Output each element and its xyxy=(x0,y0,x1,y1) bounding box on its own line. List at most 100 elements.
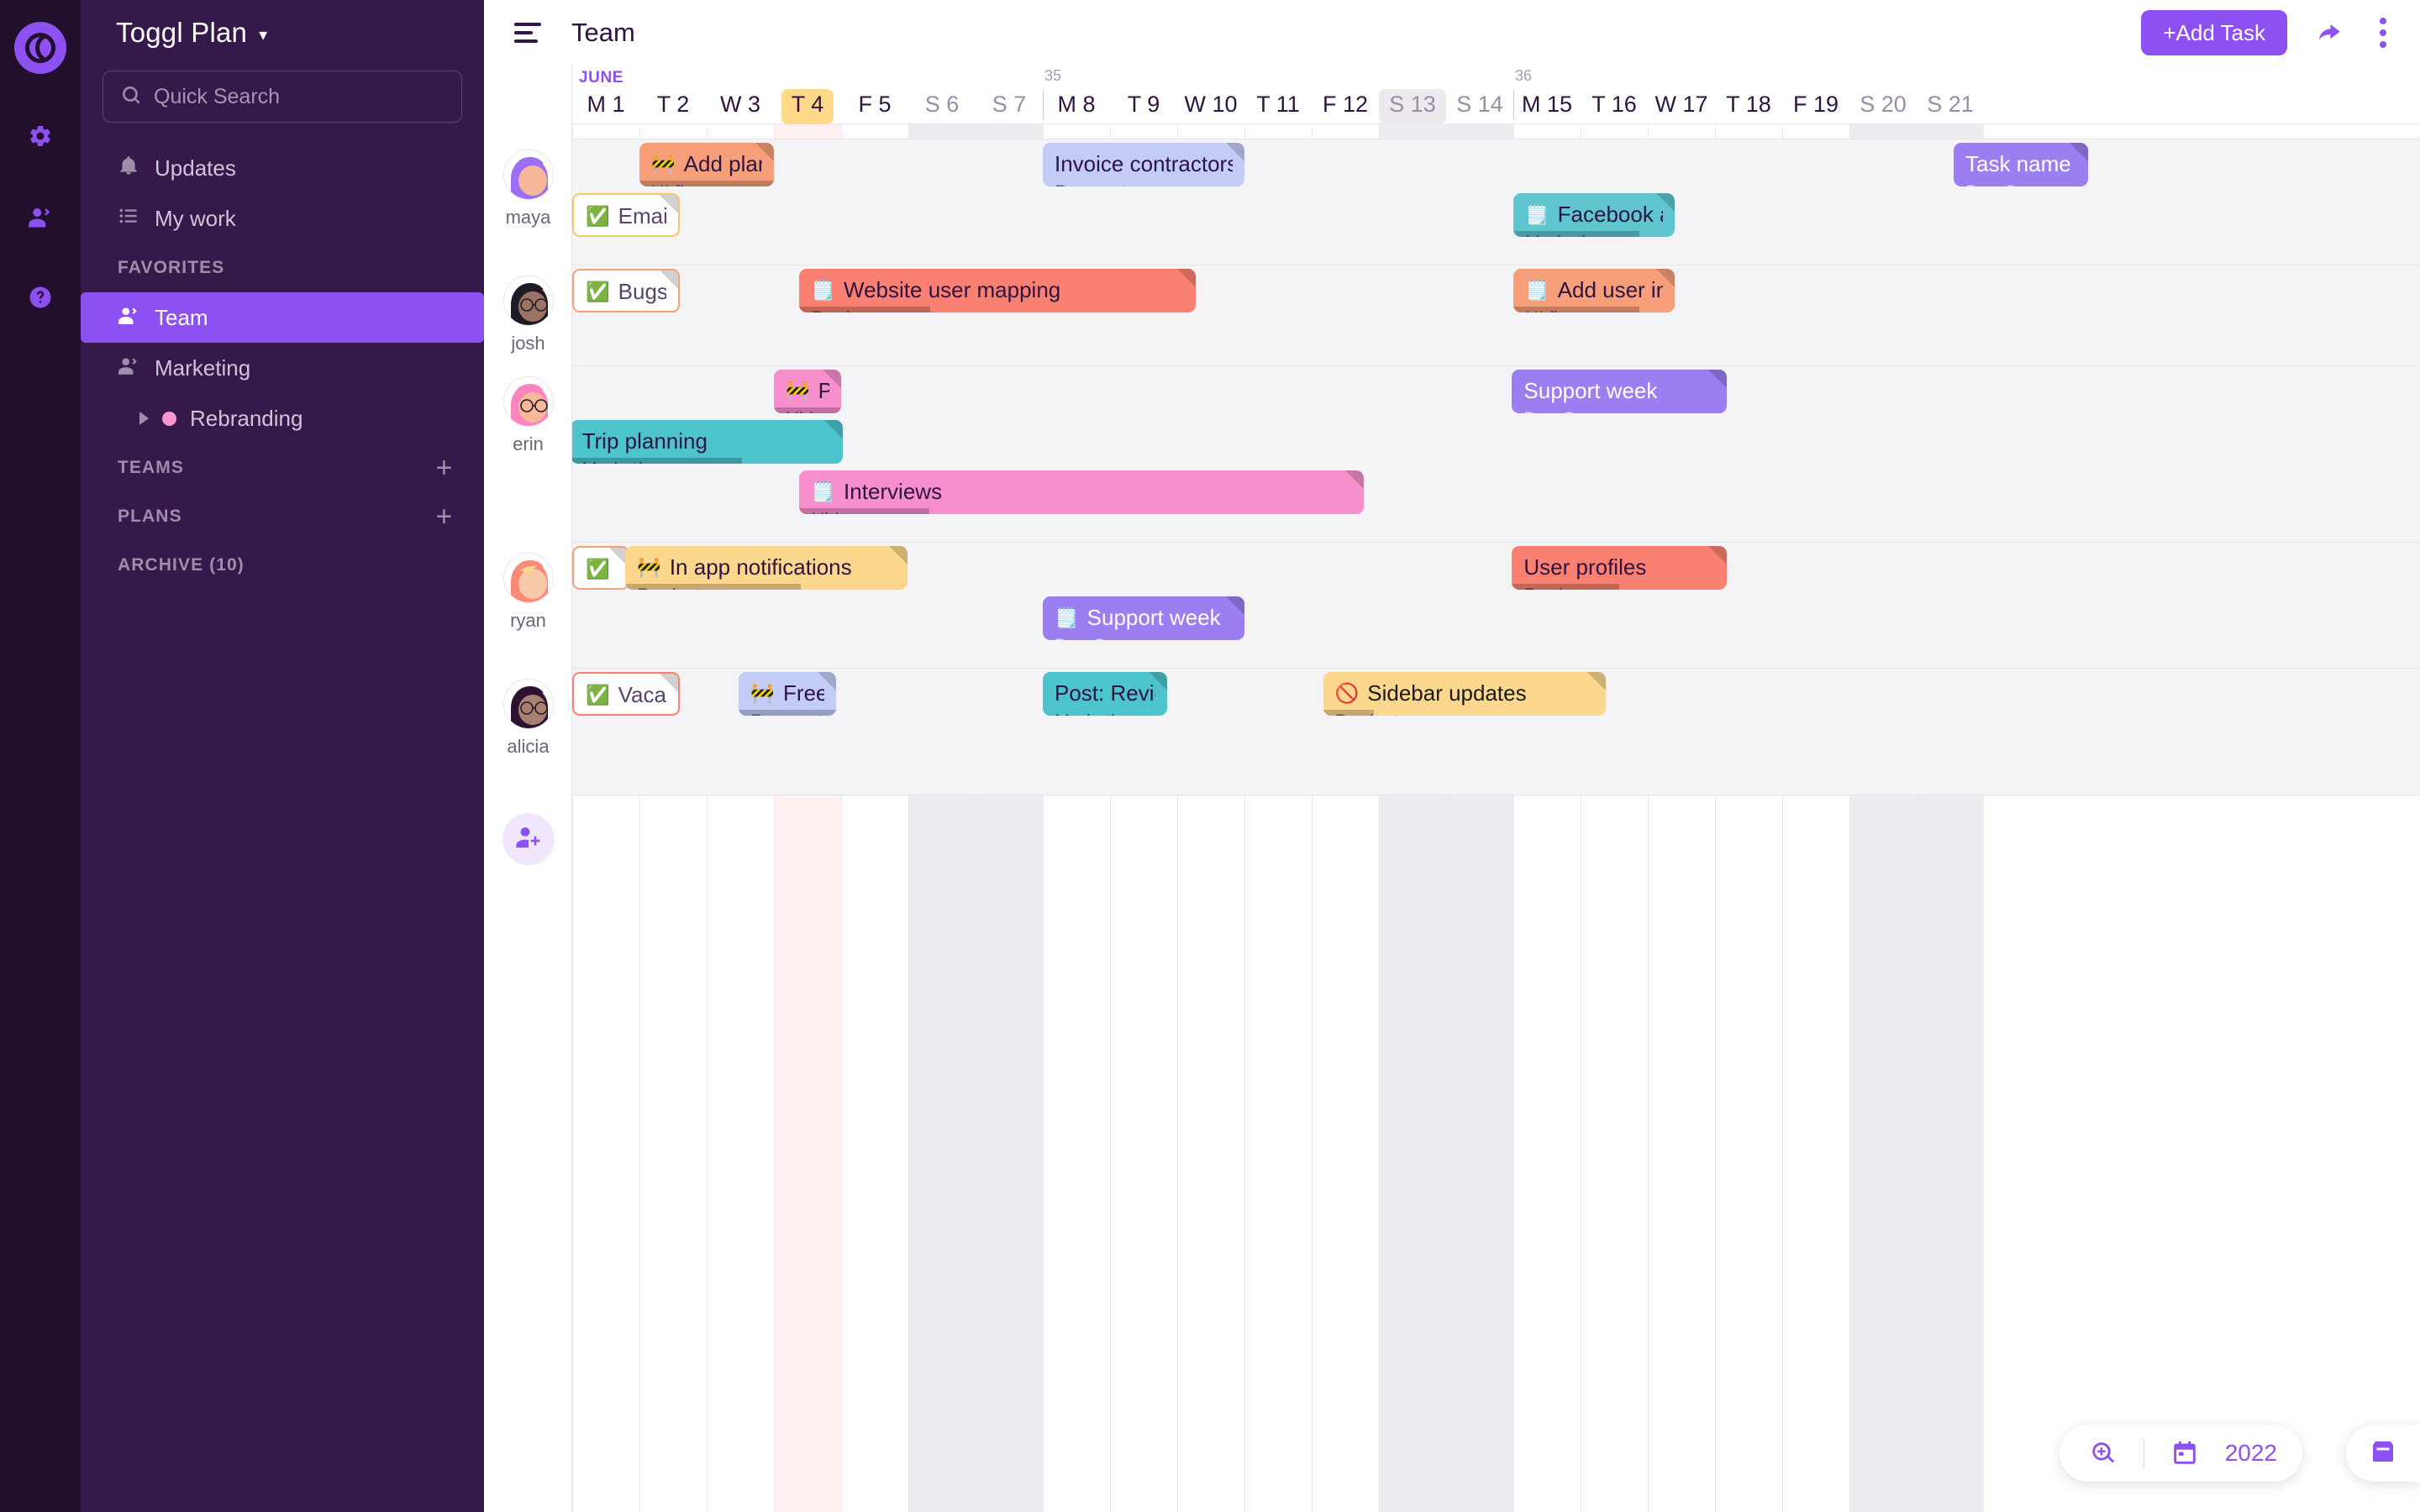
archive-box-button[interactable] xyxy=(2346,1425,2420,1482)
task-card[interactable]: User profiles Product xyxy=(1512,546,1728,590)
day-header-cell[interactable]: W 10 xyxy=(1177,66,1244,124)
sidebar-item-rebranding[interactable]: Rebranding xyxy=(103,393,462,444)
help-icon[interactable] xyxy=(22,279,59,316)
day-header-cell[interactable]: F 5 xyxy=(841,66,908,124)
person-cell[interactable]: maya xyxy=(484,150,572,228)
day-label: T 9 xyxy=(1127,92,1160,117)
construction-emoji: 🚧 xyxy=(786,380,810,402)
day-header-cell[interactable]: S 13 xyxy=(1379,66,1446,124)
task-card[interactable]: Invoice contractors Payments xyxy=(1043,143,1244,186)
task-fold-corner xyxy=(660,270,678,289)
share-arrow-icon[interactable] xyxy=(2311,14,2348,51)
check-emoji: ✅ xyxy=(586,558,610,580)
task-project: Dev Ops xyxy=(1055,635,1233,640)
sidebar-item-updates[interactable]: Updates xyxy=(81,143,484,193)
list-icon xyxy=(118,205,139,233)
day-header-cell[interactable]: T 9 xyxy=(1110,66,1177,124)
task-progress-bar xyxy=(799,508,929,514)
day-header-cell[interactable]: S 14 xyxy=(1446,66,1513,124)
people-icon xyxy=(118,354,139,382)
day-header-cell[interactable]: S 20 xyxy=(1849,66,1917,124)
day-header-cell[interactable]: S 6 xyxy=(908,66,976,124)
task-card[interactable]: 🗒️Interviews Hiring xyxy=(799,470,1365,514)
spiral-note-emoji: 🗒️ xyxy=(1055,606,1079,628)
day-header-cell[interactable]: T 2 xyxy=(639,66,707,124)
add-task-button[interactable]: +Add Task xyxy=(2141,10,2287,55)
day-label: M 15 xyxy=(1521,92,1573,117)
task-fold-corner xyxy=(1656,193,1675,212)
timeline-body[interactable]: 🚧Add plans UI fixes Invoice contractors … xyxy=(570,124,2420,1512)
task-card[interactable]: Post: Review Marketing xyxy=(1043,672,1167,716)
person-cell[interactable]: erin xyxy=(484,376,572,455)
calendar-icon[interactable] xyxy=(2166,1435,2203,1472)
row-separator xyxy=(572,365,2420,366)
hamburger-icon[interactable] xyxy=(514,16,548,50)
task-card[interactable]: ✅Bugs UI fixes xyxy=(572,269,680,312)
task-card[interactable]: 🗒️Website user mapping Product xyxy=(799,269,1197,312)
task-project: Marketing xyxy=(1055,711,1155,716)
day-header-cell[interactable]: W 3 xyxy=(707,66,774,124)
task-fold-corner xyxy=(1708,370,1728,388)
person-cell[interactable]: josh xyxy=(484,276,572,354)
task-card[interactable]: 🚧Freelancers Payments xyxy=(739,672,837,716)
day-header-cell[interactable]: T 18 xyxy=(1715,66,1782,124)
row-separator xyxy=(572,542,2420,543)
task-title: 🚫 Sidebar updates xyxy=(1334,680,1527,706)
task-card[interactable]: Support week Dev Ops xyxy=(1512,370,1728,413)
task-card[interactable]: 🗒️Support week Dev Ops xyxy=(1043,596,1244,640)
task-fold-corner xyxy=(818,672,837,690)
task-progress-bar xyxy=(1513,307,1639,312)
task-card[interactable]: 🚫Sidebar updates Product xyxy=(1323,672,1606,716)
year-label[interactable]: 2022 xyxy=(2225,1440,2277,1467)
task-card[interactable]: 🚧Add plans UI fixes xyxy=(639,143,774,186)
day-header-cell[interactable]: F 19 xyxy=(1782,66,1849,124)
sidebar-item-marketing[interactable]: Marketing xyxy=(81,343,484,393)
search-box[interactable] xyxy=(103,71,462,123)
check-emoji: ✅ xyxy=(586,684,610,706)
task-card[interactable]: ✅Bugs UI fixes xyxy=(572,546,629,590)
kebab-menu-icon[interactable] xyxy=(2371,18,2395,48)
task-card[interactable]: Trip planning Marketing xyxy=(570,420,843,464)
task-fold-corner xyxy=(1149,672,1167,690)
day-header-cell[interactable]: T 4 xyxy=(774,66,841,124)
workspace-switcher[interactable]: Toggl Plan ▾ xyxy=(103,0,462,66)
day-header-cell[interactable]: F 12 xyxy=(1312,66,1379,124)
sidebar-item-label: Marketing xyxy=(155,354,251,381)
day-header-cell[interactable]: T 11 xyxy=(1244,66,1312,124)
day-header-cell[interactable]: S 21 xyxy=(1917,66,1984,124)
sidebar-item-my-work[interactable]: My work xyxy=(81,193,484,244)
person-cell[interactable]: alicia xyxy=(484,679,572,758)
task-card[interactable]: 🗒️Facebook ads Marketing xyxy=(1513,193,1675,237)
gear-icon[interactable] xyxy=(22,118,59,155)
day-header-cell[interactable]: M 1 xyxy=(572,66,639,124)
sidebar: Toggl Plan ▾ Updates My work FAVORITES xyxy=(81,0,484,1512)
day-label: T 11 xyxy=(1256,92,1300,117)
sidebar-item-team[interactable]: Team xyxy=(81,292,484,343)
add-person-button[interactable] xyxy=(502,813,555,865)
add-team-button[interactable]: + xyxy=(430,454,459,482)
toggl-logo[interactable] xyxy=(14,22,66,74)
zoom-in-icon[interactable] xyxy=(2085,1435,2122,1472)
day-header-cell[interactable]: T 16 xyxy=(1581,66,1648,124)
task-card[interactable]: 🚧In app notifications Product xyxy=(625,546,908,590)
people-icon[interactable] xyxy=(22,198,59,235)
task-card[interactable]: ✅Email notications Product xyxy=(572,193,680,237)
spiral-note-emoji: 🗒️ xyxy=(1525,203,1549,225)
page-title: Team xyxy=(571,18,635,47)
archive-section-label[interactable]: ARCHIVE (10) xyxy=(103,541,462,590)
day-label: T 2 xyxy=(656,92,690,117)
week-number: 36 xyxy=(1515,67,1533,84)
task-card[interactable]: 🚧Planning Hiring xyxy=(774,370,841,413)
task-card[interactable]: 🗒️Add user improvements UI fixes xyxy=(1513,269,1675,312)
day-label: T 4 xyxy=(781,89,834,124)
day-header-cell[interactable]: W 17 xyxy=(1648,66,1715,124)
caret-right-icon[interactable] xyxy=(139,412,149,425)
search-input[interactable] xyxy=(154,84,445,109)
person-cell[interactable]: ryan xyxy=(484,553,572,632)
add-plan-button[interactable]: + xyxy=(430,502,459,531)
task-card[interactable]: Task name Dev Ops xyxy=(1954,143,2088,186)
task-card[interactable]: ✅Vacation Time off xyxy=(572,672,680,716)
timeline-controls: 2022 xyxy=(2059,1425,2302,1482)
day-header-cell[interactable]: S 7 xyxy=(976,66,1043,124)
chevron-down-icon: ▾ xyxy=(259,25,268,45)
